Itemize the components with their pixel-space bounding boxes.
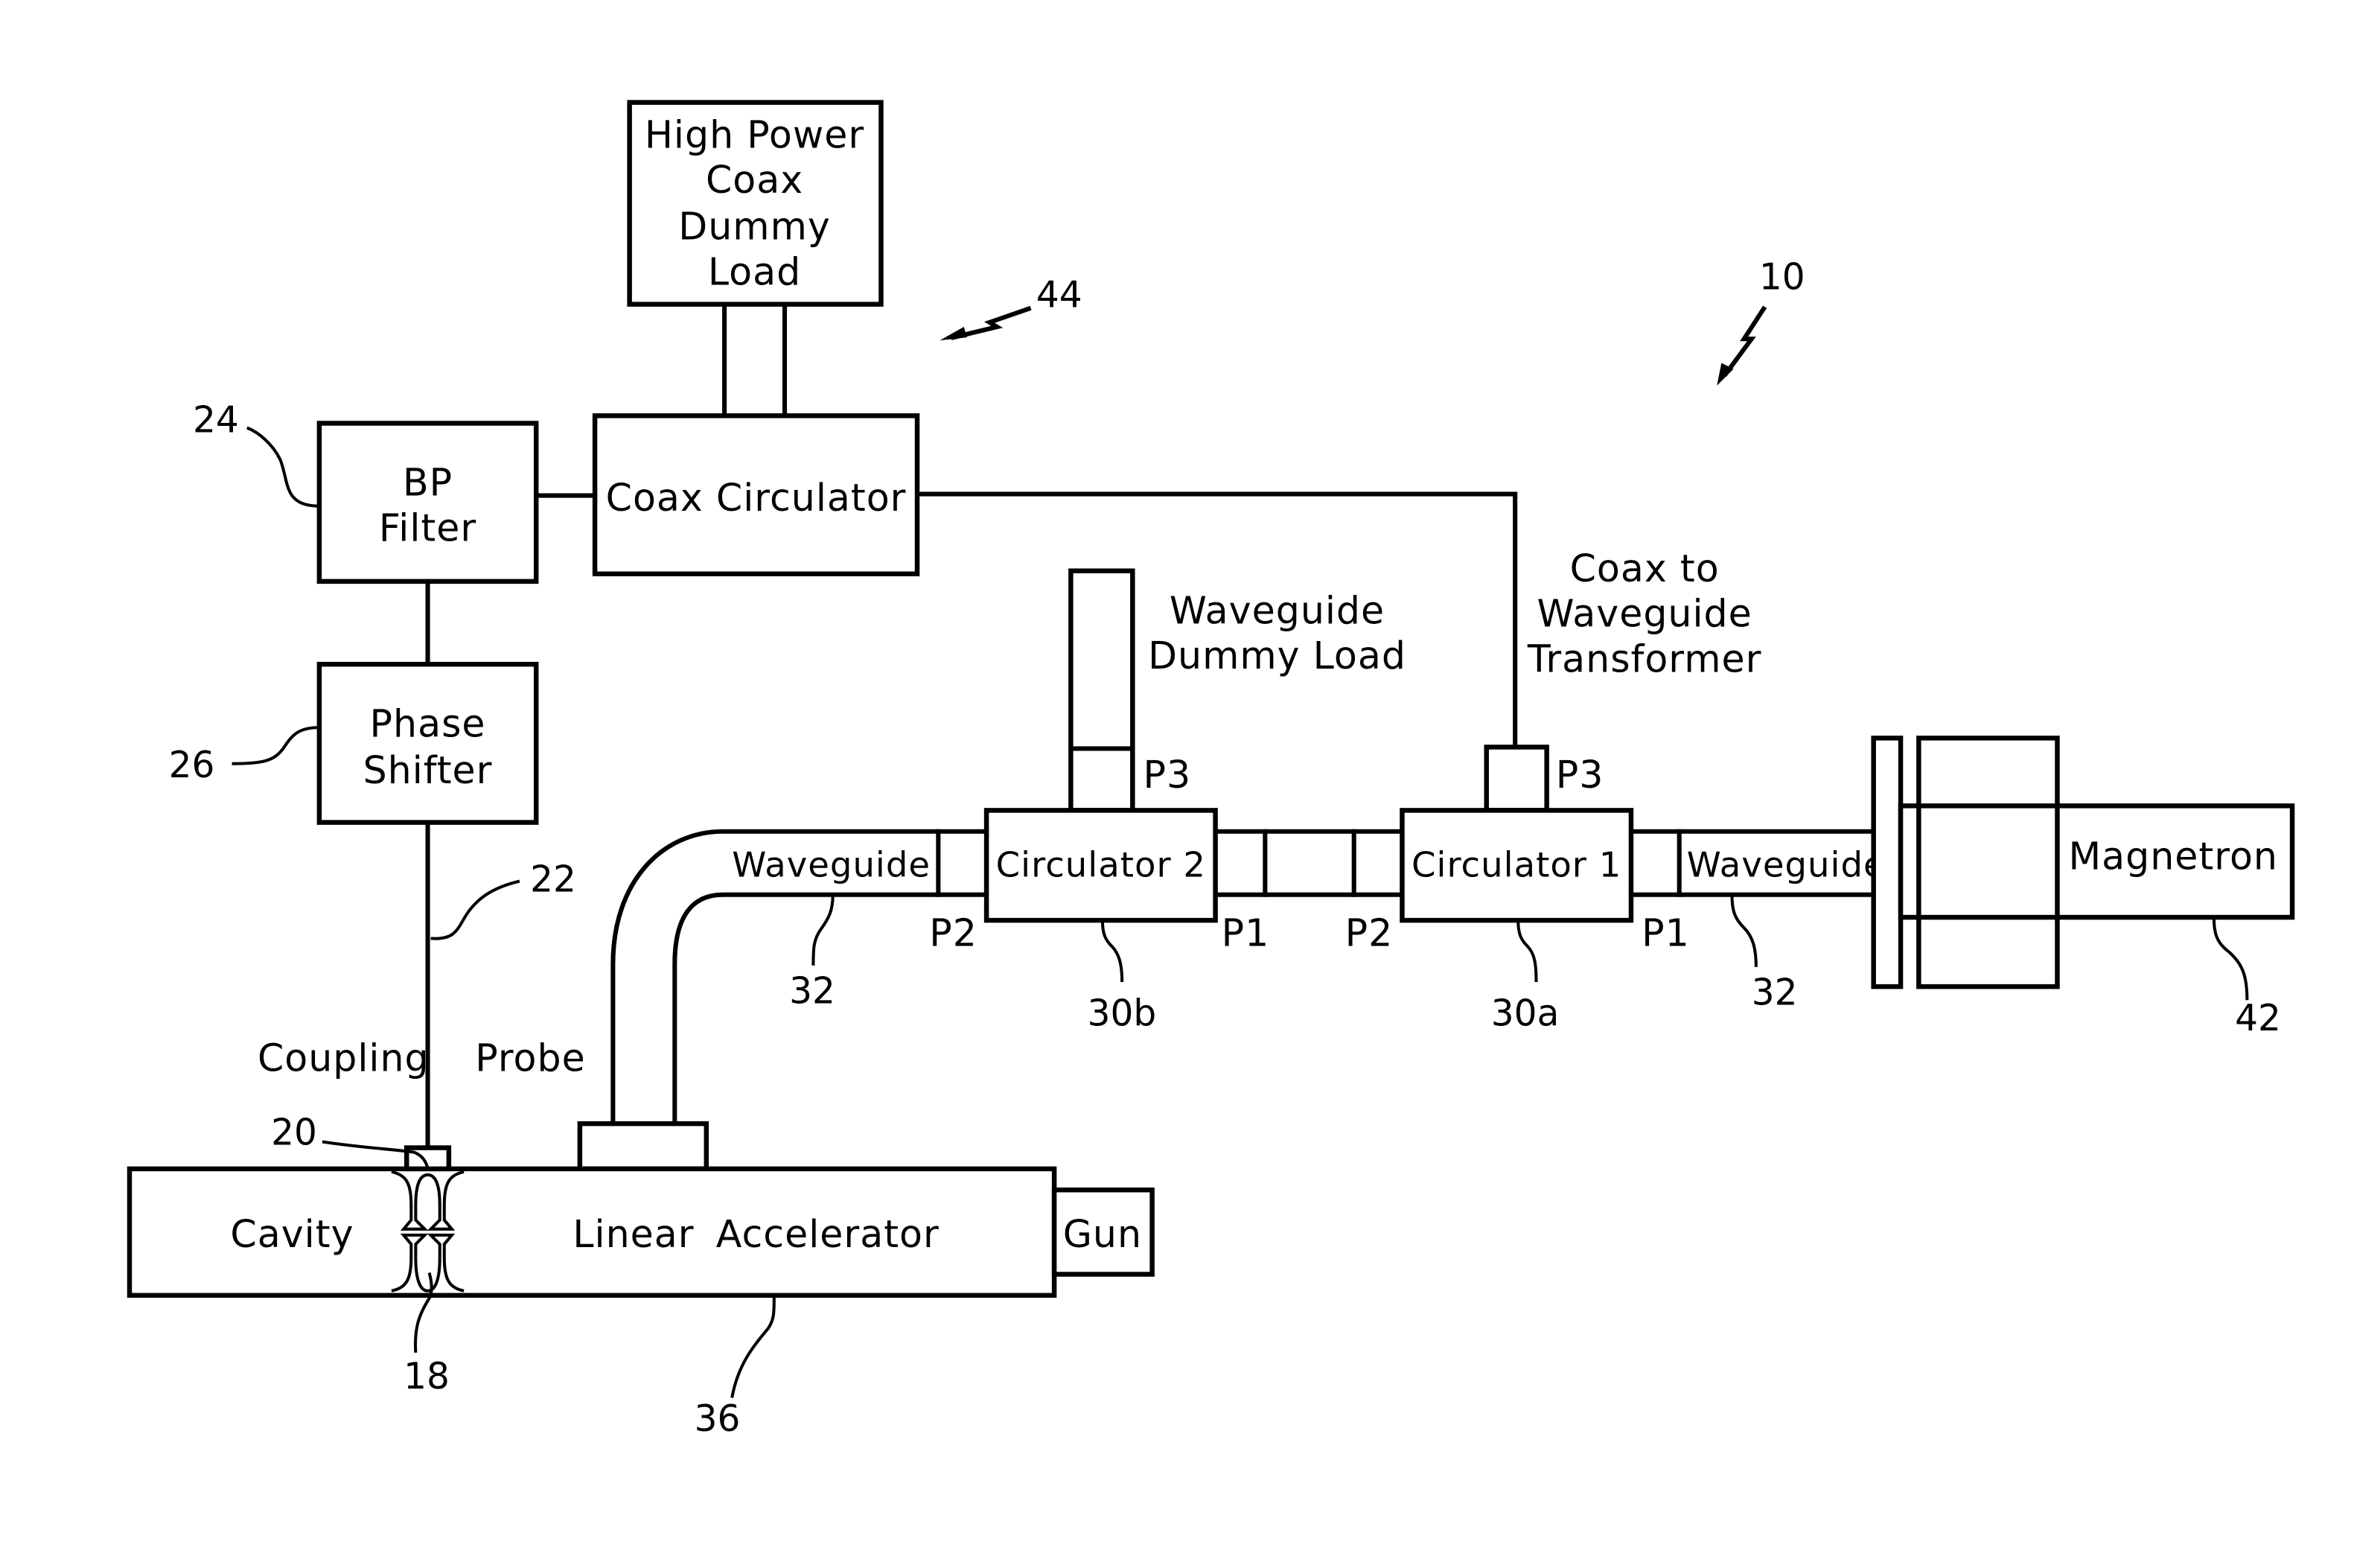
dummy-load-line-2: Coax [706,158,803,202]
ref-30b-label: 30b [1088,993,1157,1035]
ref-22-label: 22 [530,859,576,901]
dummy-load-line-1: High Power [645,112,864,156]
waveguide-right-label: Waveguide [1687,844,1886,885]
transformer-line-1: Coax to [1570,546,1720,590]
waveguide-dummy-load-line-1: Waveguide [1170,589,1385,633]
transformer-line-2: Waveguide [1537,592,1752,636]
ref-10-arrow: 10 [1717,256,1805,386]
ref-26-leader [232,726,319,765]
phase-shifter-line-1: Phase [370,701,486,745]
linac-label: Linear Accelerator [572,1212,939,1256]
transformer-box [1484,745,1549,813]
ref-24-label: 24 [193,400,239,442]
high-power-coax-dummy-load: High Power Coax Dummy Load [627,100,884,307]
rf-system-diagram: High Power Coax Dummy Load Coax Circulat… [127,100,2295,1440]
waveguide-dummy-load-line-2: Dummy Load [1148,634,1406,678]
ref-26-label: 26 [169,745,215,786]
zigzag-arrow-icon [1723,305,1767,377]
dummy-load-line-4: Load [708,249,801,293]
waveguide-dummy-load-box [1068,568,1135,813]
ref-32-leader-right [1730,894,1758,967]
ref-44-label: 44 [1036,275,1082,316]
ref-36-leader [730,1295,776,1398]
circulator-2-port-p3: P3 [1143,753,1191,797]
coax-circulator: Coax Circulator [592,413,920,577]
bp-filter-line-1: BP [403,461,453,505]
waveguide-left-label: Waveguide [732,844,931,885]
dummy-load-line-3: Dummy [678,205,830,249]
waveguide-dummy-load: Waveguide Dummy Load [1068,568,1406,813]
circulator-1-port-p1: P1 [1642,911,1690,954]
ref-42-leader [2212,917,2249,1001]
linear-accelerator: Cavity Linear Accelerator 36 [127,1166,1057,1440]
circulator-2-port-p1: P1 [1222,911,1270,954]
magnetron-label: Magnetron [2069,834,2278,878]
ref-20-label: 20 [271,1112,317,1154]
ref-30a-label: 30a [1491,993,1560,1035]
waveguide-left: Waveguide 32 [610,829,989,1126]
arrowhead-icon [940,327,967,341]
ref-42-label: 42 [2235,998,2281,1039]
ref-36-label: 36 [695,1398,741,1440]
ref-24-leader [246,426,319,508]
circulator-1-port-p2: P2 [1345,911,1394,954]
coax-circulator-label: Coax Circulator [606,476,907,520]
waveguide-middle [1213,829,1405,897]
circulator-1-label: Circulator 1 [1412,844,1621,885]
electron-gun: Gun [1051,1187,1155,1277]
bp-filter: BP Filter 24 [193,400,539,584]
circulator-2-port-p2: P2 [929,911,977,954]
ref-30a-leader [1516,920,1538,983]
magnetron: Magnetron 42 [1871,736,2295,1039]
cavity-label: Cavity [230,1212,354,1256]
ref-30b-leader [1100,920,1124,983]
ref-32-leader-left [811,894,835,966]
coax-to-waveguide-transformer: Coax to Waveguide Transformer [1484,546,1762,813]
phase-shifter-line-2: Shifter [363,748,493,792]
circulator-2-label: Circulator 2 [996,844,1206,885]
gun-label: Gun [1063,1212,1142,1256]
bp-filter-line-2: Filter [379,506,476,549]
magnetron-flange [1871,736,1904,989]
phase-shifter: Phase Shifter 26 [169,661,539,825]
ref-32-label-left: 32 [789,970,835,1012]
ref-18-label: 18 [404,1356,450,1398]
circulator-1-port-p3: P3 [1556,753,1604,797]
ref-22-leader [430,879,520,940]
transformer-line-3: Transformer [1527,637,1762,681]
linac-waveguide-port [577,1121,709,1172]
ref-10-label: 10 [1759,256,1805,298]
ref-32-label-right: 32 [1752,972,1798,1013]
ref-44-arrow: 44 [940,275,1082,341]
coupling-label: Coupling Probe [258,1036,586,1080]
